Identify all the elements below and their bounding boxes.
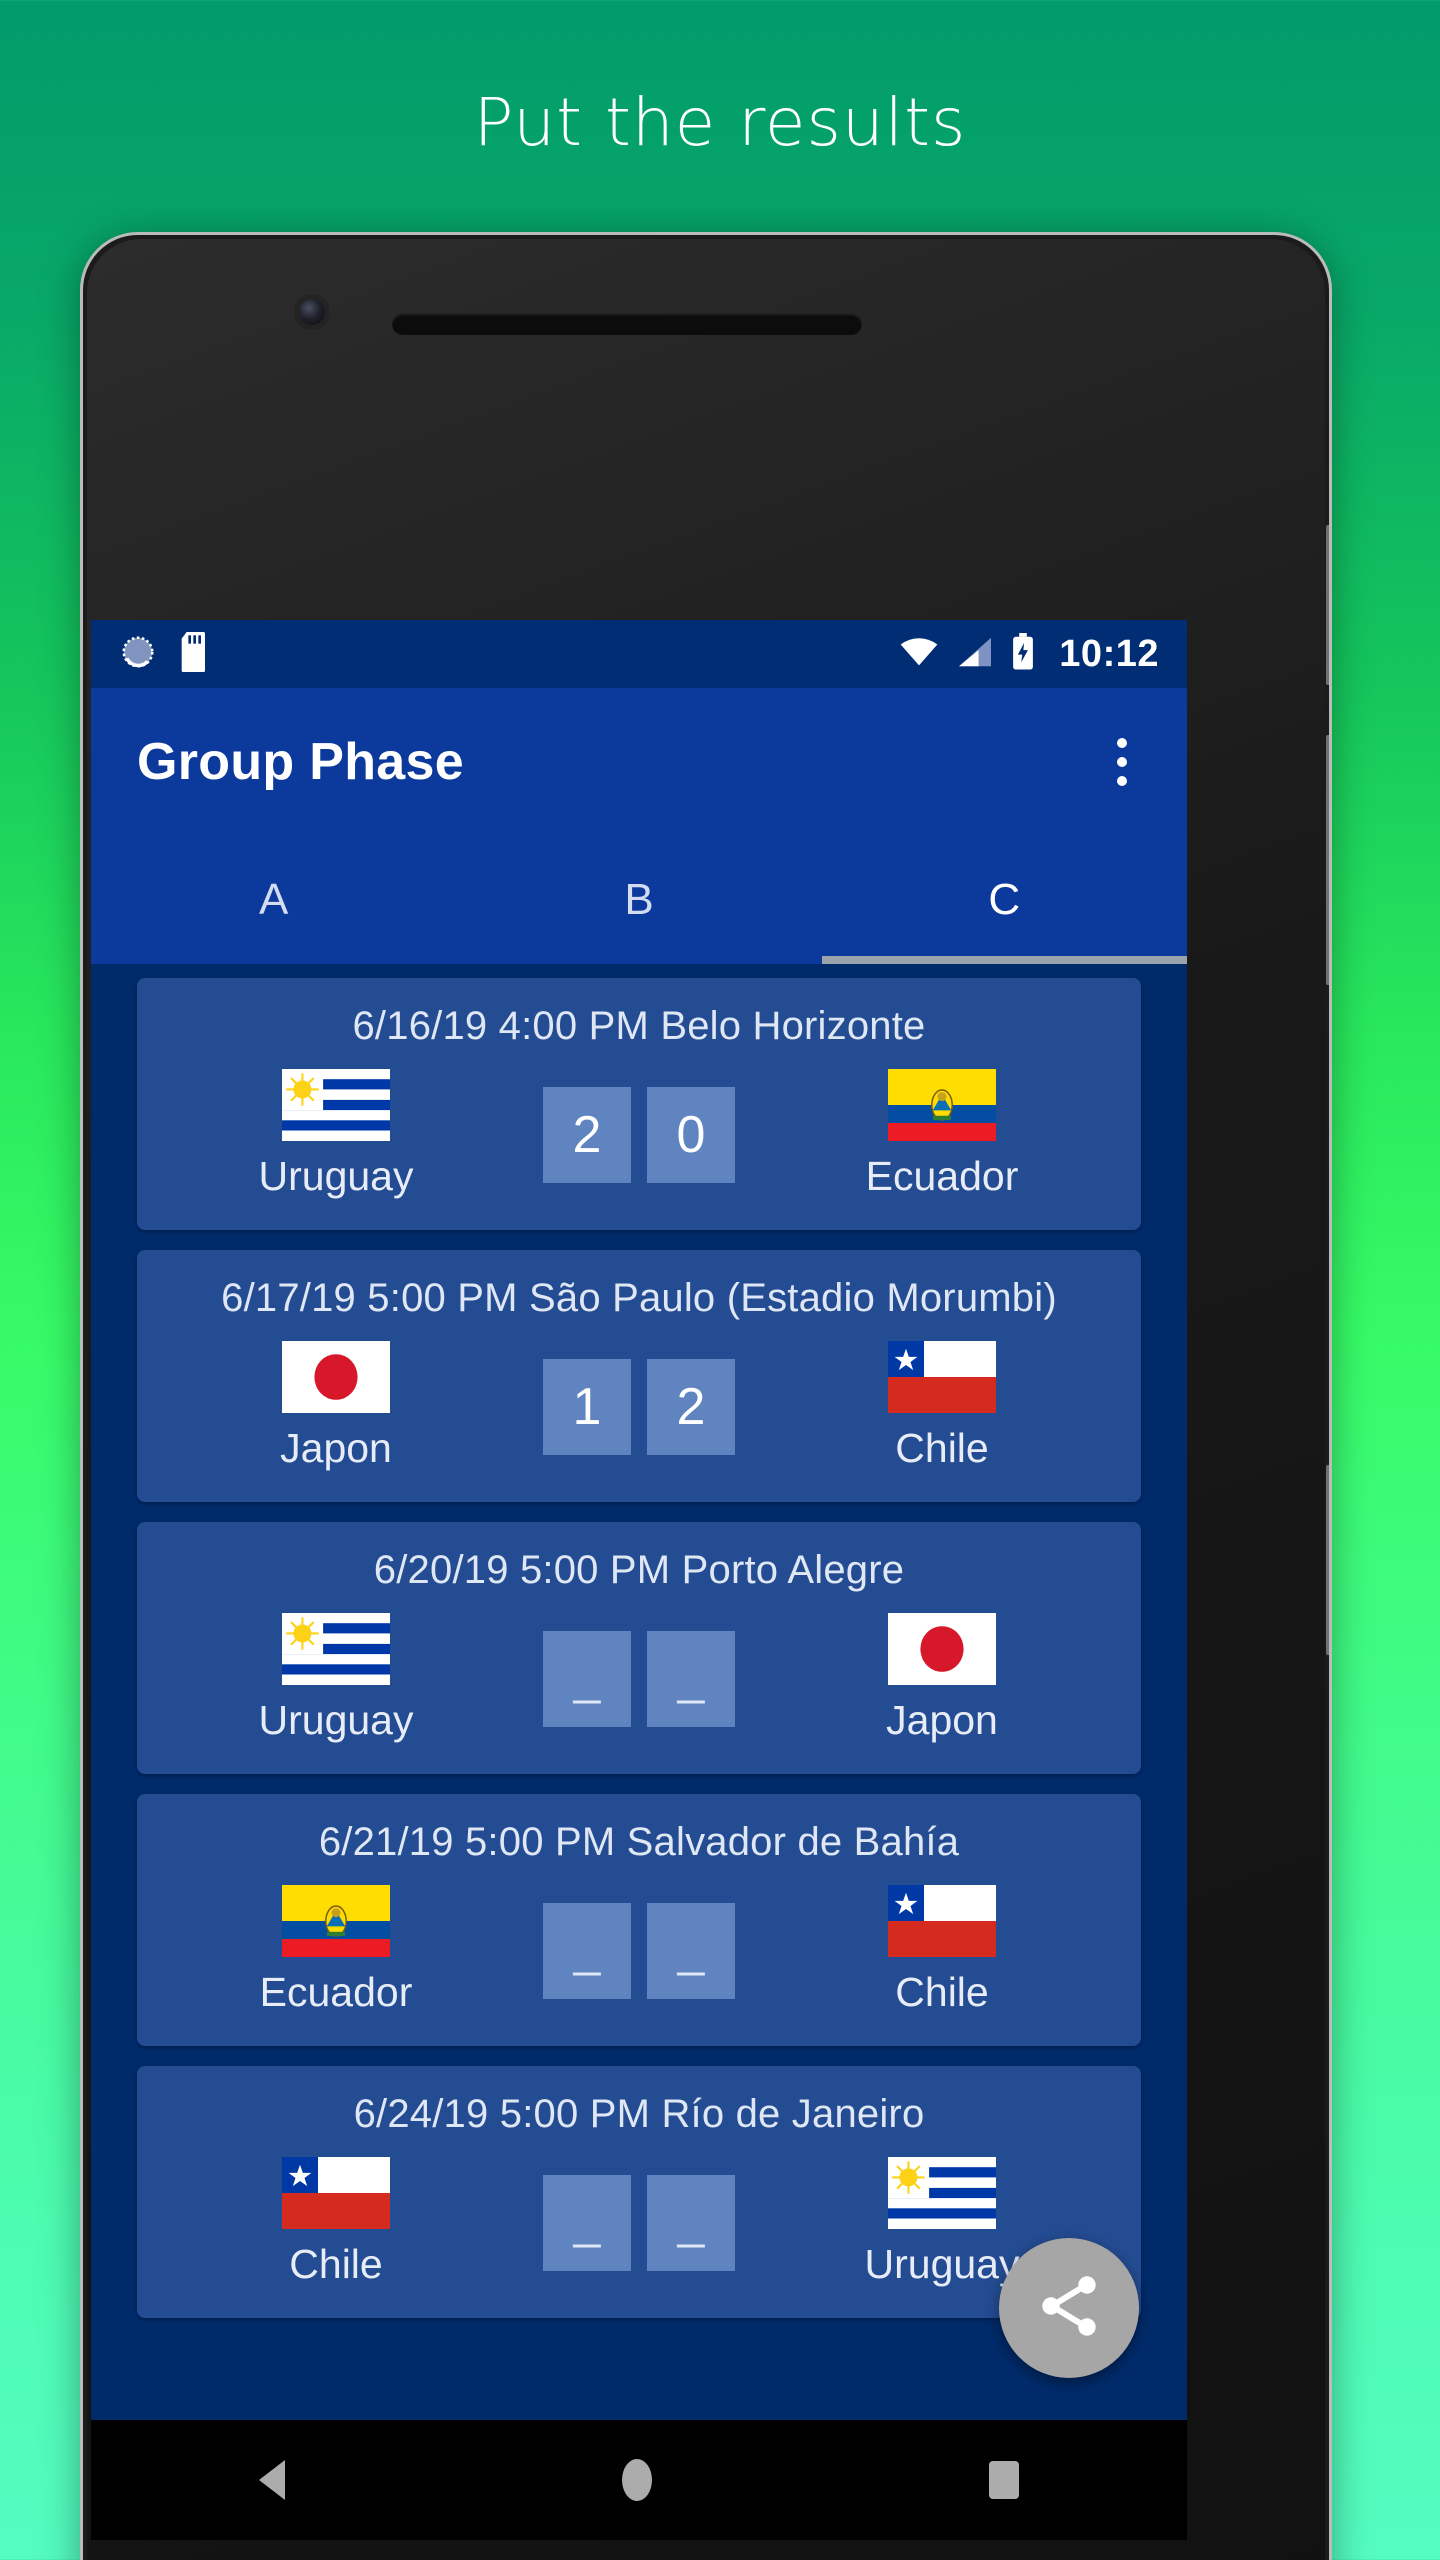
score-inputs: _ _ (501, 1902, 777, 1999)
earpiece-speaker (392, 313, 862, 335)
share-fab[interactable] (999, 2238, 1139, 2378)
away-team: Japon (777, 1613, 1107, 1744)
match-datetime-venue: 6/16/19 4:00 PM Belo Horizonte (352, 1004, 926, 1048)
away-score-input[interactable]: _ (647, 1902, 735, 1999)
japan-flag-icon (888, 1613, 996, 1685)
away-score-input[interactable]: 0 (647, 1086, 735, 1183)
score-inputs: _ _ (501, 1630, 777, 1727)
home-score-input[interactable]: _ (543, 1902, 631, 1999)
android-system-nav (91, 2420, 1187, 2540)
dot (1117, 776, 1127, 786)
away-team-name: Chile (895, 1425, 989, 1471)
match-card[interactable]: 6/16/19 4:00 PM Belo Horizonte Uruguay 2… (137, 978, 1141, 1230)
tab-group-b[interactable]: B (456, 836, 821, 964)
share-icon (1033, 2270, 1105, 2347)
dot (1117, 738, 1127, 748)
match-datetime-venue: 6/24/19 5:00 PM Río de Janeiro (353, 2092, 925, 2136)
wifi-icon (899, 636, 939, 673)
ecuador-flag-icon (282, 1885, 390, 1957)
match-row: Chile _ _ Uruguay (171, 2157, 1107, 2288)
uruguay-flag-icon (282, 1613, 390, 1685)
away-team: Chile (777, 1885, 1107, 2016)
home-team: Uruguay (171, 1613, 501, 1744)
phone-screen: 10:12 Group Phase A B C 6/16/19 4:00 PM … (91, 620, 1187, 2420)
away-score-input[interactable]: _ (647, 2174, 735, 2271)
app-bar-title: Group Phase (137, 733, 464, 791)
volume-button[interactable] (1326, 525, 1329, 685)
dot (1117, 757, 1127, 767)
home-score-input[interactable]: 2 (543, 1086, 631, 1183)
status-bar-clock: 10:12 (1059, 632, 1159, 675)
match-list[interactable]: 6/16/19 4:00 PM Belo Horizonte Uruguay 2… (91, 964, 1187, 2420)
away-team-name: Chile (895, 1969, 989, 2015)
score-inputs: 2 0 (501, 1086, 777, 1183)
status-bar-right: 10:12 (899, 632, 1159, 676)
home-team-name: Chile (289, 2241, 383, 2287)
home-team-name: Uruguay (258, 1153, 414, 1199)
power-button[interactable] (1326, 735, 1329, 985)
tab-group-c[interactable]: C (821, 836, 1187, 964)
sync-icon (119, 633, 157, 676)
match-datetime-venue: 6/20/19 5:00 PM Porto Alegre (373, 1548, 905, 1592)
status-bar-left (119, 631, 211, 677)
away-team-name: Uruguay (864, 2241, 1020, 2287)
home-score-input[interactable]: _ (543, 1630, 631, 1727)
cell-signal-icon (957, 636, 993, 673)
chile-flag-icon (282, 2157, 390, 2229)
away-score-input[interactable]: _ (647, 1630, 735, 1727)
home-team: Chile (171, 2157, 501, 2288)
japan-flag-icon (282, 1341, 390, 1413)
home-team-name: Ecuador (259, 1969, 413, 2015)
home-team-name: Japon (280, 1425, 392, 1471)
recents-icon[interactable] (988, 2461, 1019, 2499)
group-tabs: A B C (91, 836, 1187, 964)
home-team-name: Uruguay (258, 1697, 414, 1743)
phone-frame: 10:12 Group Phase A B C 6/16/19 4:00 PM … (80, 232, 1332, 2560)
sd-card-icon (179, 631, 211, 677)
match-card[interactable]: 6/20/19 5:00 PM Porto Alegre Uruguay _ _… (137, 1522, 1141, 1774)
uruguay-flag-icon (888, 2157, 996, 2229)
match-row: Uruguay 2 0 Ecuador (171, 1069, 1107, 1200)
ecuador-flag-icon (888, 1069, 996, 1141)
chile-flag-icon (888, 1885, 996, 1957)
home-team: Uruguay (171, 1069, 501, 1200)
status-bar: 10:12 (91, 620, 1187, 688)
match-card[interactable]: 6/17/19 5:00 PM São Paulo (Estadio Morum… (137, 1250, 1141, 1502)
score-inputs: _ _ (501, 2174, 777, 2271)
overflow-menu-icon[interactable] (1103, 724, 1141, 800)
score-inputs: 1 2 (501, 1358, 777, 1455)
home-score-input[interactable]: _ (543, 2174, 631, 2271)
home-team: Japon (171, 1341, 501, 1472)
away-team: Ecuador (777, 1069, 1107, 1200)
match-row: Ecuador _ _ Chile (171, 1885, 1107, 2016)
away-team: Chile (777, 1341, 1107, 1472)
battery-charging-icon (1011, 632, 1035, 676)
back-icon[interactable] (259, 2460, 286, 2500)
app-bar: Group Phase (91, 688, 1187, 836)
home-team: Ecuador (171, 1885, 501, 2016)
away-team-name: Japon (886, 1697, 998, 1743)
chile-flag-icon (888, 1341, 996, 1413)
uruguay-flag-icon (282, 1069, 390, 1141)
match-card[interactable]: 6/21/19 5:00 PM Salvador de Bahía Ecuado… (137, 1794, 1141, 2046)
match-row: Japon 1 2 Chile (171, 1341, 1107, 1472)
away-team-name: Ecuador (865, 1153, 1019, 1199)
away-score-input[interactable]: 2 (647, 1358, 735, 1455)
tab-group-a[interactable]: A (91, 836, 456, 964)
match-card[interactable]: 6/24/19 5:00 PM Río de Janeiro Chile _ _… (137, 2066, 1141, 2318)
front-camera-icon (299, 299, 325, 325)
side-button[interactable] (1326, 1465, 1329, 1655)
match-datetime-venue: 6/21/19 5:00 PM Salvador de Bahía (318, 1820, 960, 1864)
home-score-input[interactable]: 1 (543, 1358, 631, 1455)
match-row: Uruguay _ _ Japon (171, 1613, 1107, 1744)
page-title: Put the results (473, 84, 967, 161)
match-datetime-venue: 6/17/19 5:00 PM São Paulo (Estadio Morum… (221, 1276, 1057, 1320)
home-icon[interactable] (621, 2459, 652, 2501)
